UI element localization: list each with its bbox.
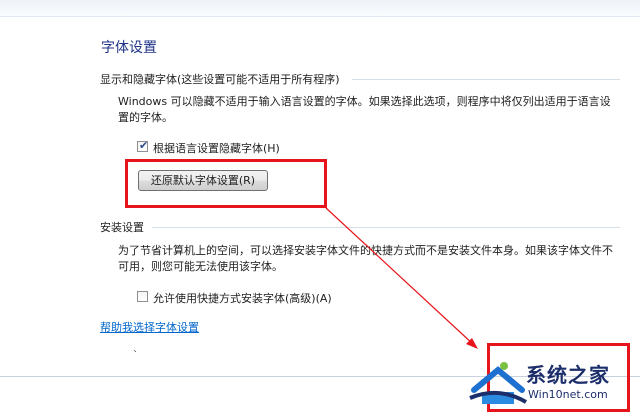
house-logo-icon <box>469 362 527 404</box>
watermark-url: Win10net.com <box>528 388 608 401</box>
watermark-title: 系统之家 <box>526 363 610 387</box>
watermark: 系统之家 Win10net.com <box>468 350 640 412</box>
